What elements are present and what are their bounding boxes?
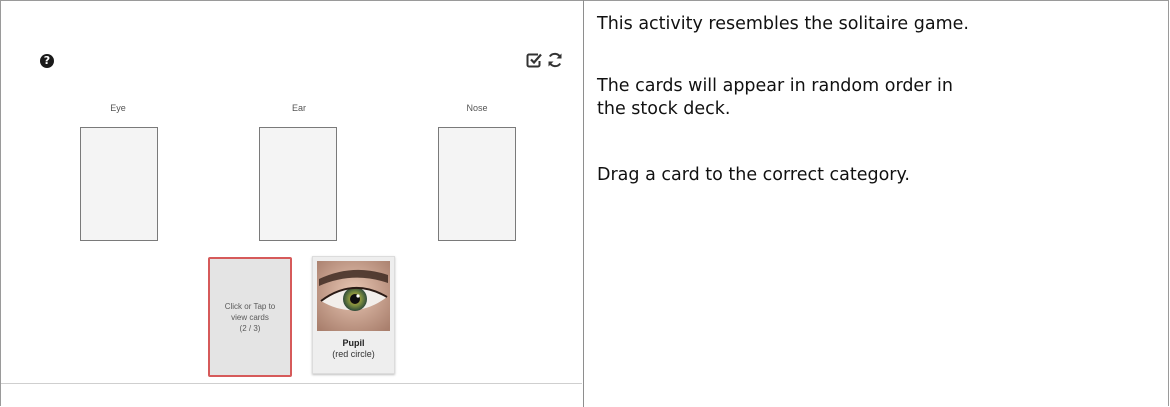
category-slot-nose[interactable] <box>438 127 516 241</box>
refresh-icon[interactable] <box>546 51 564 69</box>
category-slot-eye[interactable] <box>80 127 158 241</box>
draggable-card[interactable]: Pupil (red circle) <box>312 256 395 374</box>
column-divider <box>583 0 584 407</box>
card-title: Pupil <box>342 338 365 348</box>
check-square-icon[interactable] <box>525 51 543 69</box>
instruction-paragraph-3: Drag a card to the correct category. <box>597 165 910 185</box>
instruction-paragraph-1: This activity resembles the solitaire ga… <box>597 14 969 34</box>
category-label-eye: Eye <box>110 103 126 113</box>
stock-deck[interactable]: Click or Tap to view cards (2 / 3) <box>208 257 292 377</box>
instruction-paragraph-2-line-1: The cards will appear in random order in <box>597 76 953 96</box>
category-slot-ear[interactable] <box>259 127 337 241</box>
question-circle-icon[interactable]: ? <box>40 54 54 68</box>
solitaire-activity: ? Eye Ear Nose Click or Tap to view card… <box>1 1 582 384</box>
eye-photo-image <box>317 261 390 331</box>
stock-deck-label: Click or Tap to view cards (2 / 3) <box>224 302 276 333</box>
category-label-nose: Nose <box>466 103 488 113</box>
category-label-ear: Ear <box>291 103 306 113</box>
card-subtitle: (red circle) <box>332 349 375 359</box>
instruction-paragraph-2-line-2: the stock deck. <box>597 99 731 119</box>
